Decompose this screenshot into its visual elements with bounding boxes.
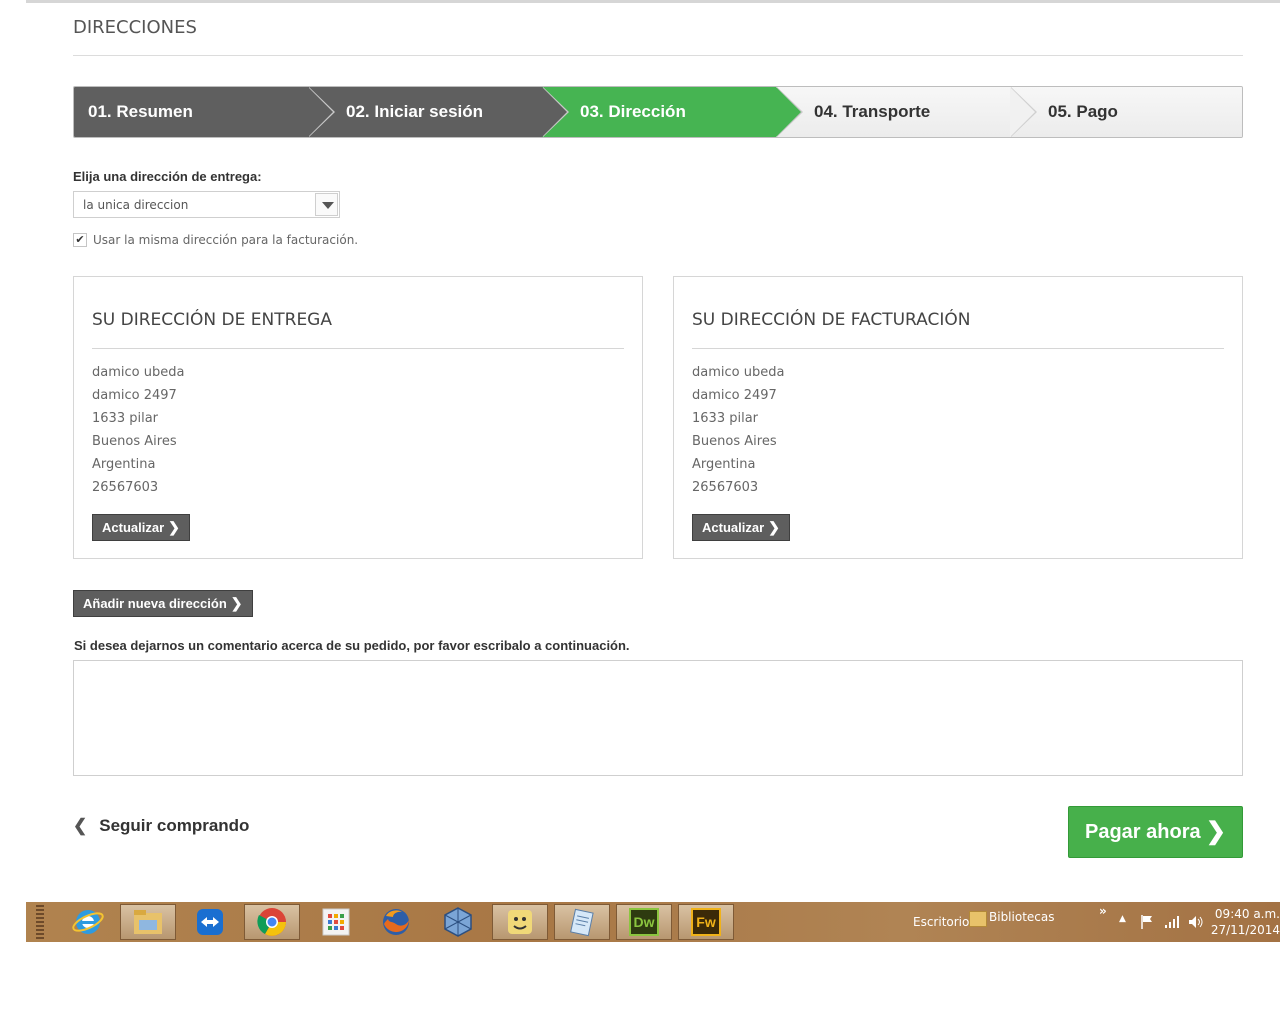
top-border bbox=[26, 0, 1280, 3]
address-line: Argentina bbox=[92, 457, 156, 472]
show-hidden-icons[interactable]: ▲ bbox=[1119, 914, 1126, 924]
toolbar-overflow[interactable]: » bbox=[1099, 904, 1107, 918]
step-pago: 05. Pago bbox=[1010, 87, 1242, 137]
address-line: damico 2497 bbox=[92, 388, 177, 403]
taskbar-clock[interactable]: 09:40 a.m. 27/11/2014 bbox=[1196, 906, 1280, 938]
chevron-down-icon[interactable] bbox=[315, 193, 338, 216]
address-line: Buenos Aires bbox=[92, 434, 177, 449]
comment-textarea[interactable] bbox=[73, 660, 1243, 776]
action-center-flag-icon[interactable] bbox=[1140, 914, 1154, 930]
address-select-label: Elija una dirección de entrega: bbox=[73, 169, 262, 184]
toolbar-libraries[interactable]: Bibliotecas bbox=[989, 910, 1054, 924]
address-line: 1633 pilar bbox=[92, 411, 159, 426]
firefox-icon[interactable] bbox=[368, 904, 424, 940]
billing-address-box: SU DIRECCIÓN DE FACTURACIÓN damico ubeda… bbox=[673, 276, 1243, 559]
address-select[interactable]: la unica direccion bbox=[73, 191, 340, 218]
finder-icon[interactable] bbox=[492, 904, 548, 940]
chrome-icon[interactable] bbox=[244, 904, 300, 940]
address-select-value: la unica direccion bbox=[83, 198, 189, 212]
address-line: 26567603 bbox=[92, 480, 159, 495]
divider bbox=[692, 348, 1224, 349]
step-label: 05. Pago bbox=[1048, 102, 1118, 121]
pay-now-label: Pagar ahora bbox=[1085, 821, 1201, 843]
divider bbox=[92, 348, 624, 349]
windows-taskbar: Dw Fw Escritorio Bibliotecas » ▲ bbox=[26, 902, 1280, 942]
button-label: Actualizar bbox=[102, 520, 165, 535]
continue-shopping-label: Seguir comprando bbox=[99, 816, 250, 835]
update-billing-button[interactable]: Actualizar ❯ bbox=[692, 514, 790, 541]
continue-shopping-link[interactable]: ❮ Seguir comprando bbox=[73, 816, 249, 836]
chevron-right-icon: ❯ bbox=[768, 519, 780, 535]
chevron-right-icon: ❯ bbox=[230, 595, 243, 611]
checkout-steps: 01. Resumen 02. Iniciar sesión 03. Direc… bbox=[73, 86, 1243, 138]
address-line: Argentina bbox=[692, 457, 756, 472]
step-label: 01. Resumen bbox=[88, 102, 193, 121]
step-transporte: 04. Transporte bbox=[776, 87, 1037, 137]
taskbar-grip[interactable] bbox=[36, 905, 44, 939]
update-delivery-button[interactable]: Actualizar ❯ bbox=[92, 514, 190, 541]
add-address-button[interactable]: Añadir nueva dirección ❯ bbox=[73, 590, 253, 617]
step-label: 03. Dirección bbox=[580, 102, 686, 121]
fireworks-icon[interactable]: Fw bbox=[678, 904, 734, 940]
step-iniciar-sesion[interactable]: 02. Iniciar sesión bbox=[308, 87, 569, 137]
step-direccion: 03. Dirección bbox=[542, 87, 803, 137]
button-label: Actualizar bbox=[702, 520, 765, 535]
toolbar-desktop[interactable]: Escritorio bbox=[913, 915, 969, 929]
chevron-right-icon: ❯ bbox=[1205, 818, 1226, 845]
address-line: 1633 pilar bbox=[692, 411, 759, 426]
delivery-address-box: SU DIRECCIÓN DE ENTREGA damico ubeda dam… bbox=[73, 276, 643, 559]
billing-address-title: SU DIRECCIÓN DE FACTURACIÓN bbox=[692, 310, 971, 330]
dreamweaver-logo: Dw bbox=[629, 908, 659, 936]
virtualbox-icon[interactable] bbox=[430, 904, 486, 940]
pay-now-button[interactable]: Pagar ahora ❯ bbox=[1068, 806, 1243, 858]
libraries-icon bbox=[969, 911, 987, 927]
teamviewer-icon[interactable] bbox=[182, 904, 238, 940]
chevron-left-icon: ❮ bbox=[73, 816, 88, 835]
same-billing-checkbox[interactable]: ✔ bbox=[73, 233, 87, 247]
page-title: DIRECCIONES bbox=[73, 17, 197, 38]
fireworks-logo: Fw bbox=[691, 908, 721, 936]
address-line: damico 2497 bbox=[692, 388, 777, 403]
clock-time: 09:40 a.m. bbox=[1214, 907, 1280, 921]
delivery-address-title: SU DIRECCIÓN DE ENTREGA bbox=[92, 310, 332, 330]
notepad-icon[interactable] bbox=[554, 904, 610, 940]
step-resumen[interactable]: 01. Resumen bbox=[74, 87, 335, 137]
step-label: 02. Iniciar sesión bbox=[346, 102, 484, 121]
apps-grid-icon[interactable] bbox=[308, 904, 364, 940]
chevron-right-icon: ❯ bbox=[168, 519, 180, 535]
button-label: Añadir nueva dirección bbox=[83, 596, 227, 611]
address-line: Buenos Aires bbox=[692, 434, 777, 449]
comment-label: Si desea dejarnos un comentario acerca d… bbox=[74, 638, 630, 653]
network-signal-icon[interactable] bbox=[1164, 916, 1180, 928]
title-divider bbox=[73, 55, 1243, 56]
internet-explorer-icon[interactable] bbox=[60, 904, 116, 940]
step-label: 04. Transporte bbox=[814, 102, 931, 121]
dreamweaver-icon[interactable]: Dw bbox=[616, 904, 672, 940]
file-explorer-icon[interactable] bbox=[120, 904, 176, 940]
address-line: 26567603 bbox=[692, 480, 759, 495]
same-billing-label: Usar la misma dirección para la facturac… bbox=[93, 233, 359, 247]
clock-date: 27/11/2014 bbox=[1210, 923, 1280, 937]
checkmark-icon: ✔ bbox=[75, 234, 85, 246]
address-line: damico ubeda bbox=[692, 365, 785, 380]
address-line: damico ubeda bbox=[92, 365, 185, 380]
